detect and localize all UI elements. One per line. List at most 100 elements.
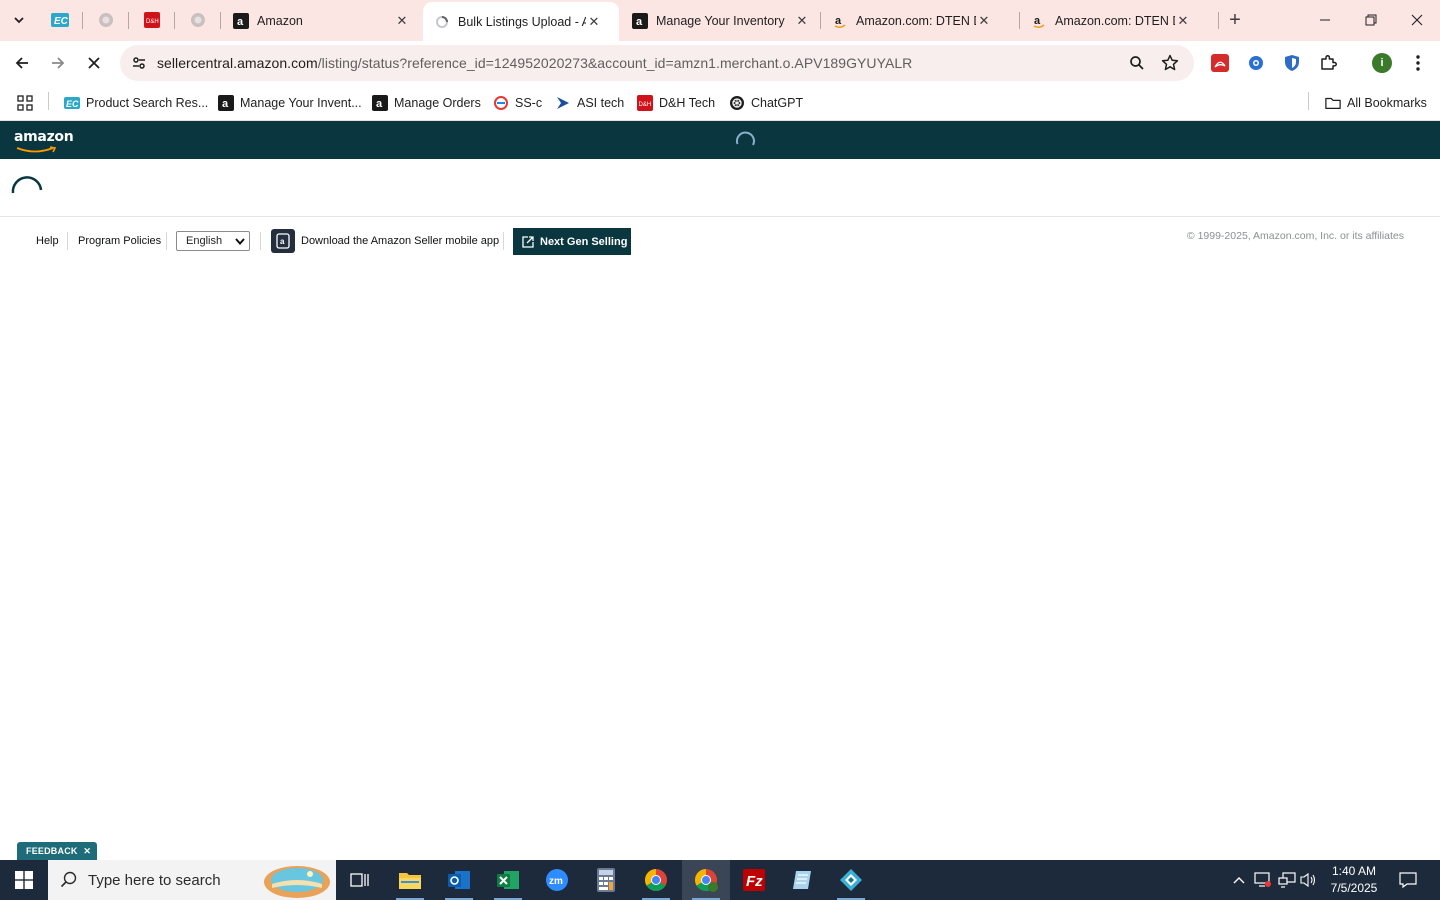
bookmark-dh-tech[interactable]: D&H D&H Tech <box>637 91 715 115</box>
apps-button[interactable] <box>17 91 33 115</box>
folder-icon <box>1325 95 1341 111</box>
svg-text:a: a <box>280 237 285 246</box>
taskbar-chrome[interactable] <box>632 860 680 900</box>
extension-clip[interactable] <box>1243 50 1269 76</box>
next-gen-selling-button[interactable]: Next Gen Selling <box>513 228 631 255</box>
footer-separator <box>503 232 504 250</box>
minimize-button[interactable] <box>1302 0 1348 40</box>
extension-shield[interactable] <box>1279 50 1305 76</box>
tab-manage-your-inventory[interactable]: a Manage Your Inventory ✕ <box>624 6 818 35</box>
stop-loading-button[interactable] <box>78 47 110 79</box>
bookmark-asi-tech[interactable]: ASI tech <box>555 91 624 115</box>
tab-strip: EC D&H a Amazon ✕ Bulk Listings Upload -… <box>0 0 1440 41</box>
close-window-button[interactable] <box>1394 0 1440 40</box>
extension-pdf[interactable] <box>1207 50 1233 76</box>
pinned-tab-globe[interactable] <box>91 8 121 32</box>
tray-defender[interactable] <box>1252 860 1274 900</box>
amazon-a-icon: a <box>218 95 234 111</box>
start-button[interactable] <box>0 860 48 900</box>
svg-text:a: a <box>222 98 229 110</box>
download-app-link[interactable]: a Download the Amazon Seller mobile app <box>271 229 499 253</box>
back-button[interactable] <box>6 47 38 79</box>
show-hidden-icons-button[interactable] <box>1228 860 1250 900</box>
close-icon[interactable]: ✕ <box>794 13 810 29</box>
restore-button[interactable] <box>1348 0 1394 40</box>
zoom-button[interactable] <box>1125 51 1149 75</box>
task-view-button[interactable] <box>336 860 384 900</box>
bookmark-chatgpt[interactable]: ChatGPT <box>729 91 803 115</box>
bookmark-ss-c[interactable]: SS-c <box>493 91 542 115</box>
puzzle-icon <box>1321 55 1337 70</box>
profile-avatar[interactable]: i <box>1372 53 1392 73</box>
bookmark-star-button[interactable] <box>1158 51 1182 75</box>
tab-amazon-dten-2[interactable]: a Amazon.com: DTEN D7 ✕ <box>1023 6 1217 35</box>
search-icon <box>1130 56 1144 70</box>
new-tab-button[interactable]: + <box>1222 8 1248 32</box>
browser-menu-button[interactable] <box>1406 51 1430 75</box>
svg-text:EC: EC <box>54 16 69 27</box>
close-icon[interactable]: ✕ <box>394 13 410 29</box>
bookmark-manage-orders[interactable]: a Manage Orders <box>372 91 481 115</box>
bookmark-manage-inventory[interactable]: a Manage Your Invent... <box>218 91 362 115</box>
action-center-button[interactable] <box>1393 860 1423 900</box>
taskbar-filezilla[interactable]: Fz <box>730 860 778 900</box>
bookmark-product-search[interactable]: EC Product Search Res... <box>64 91 208 115</box>
amazon-logo[interactable]: amazon <box>14 129 74 153</box>
pinned-tab-dh[interactable]: D&H <box>137 8 167 32</box>
extensions-button[interactable] <box>1315 50 1341 76</box>
close-icon[interactable]: ✕ <box>976 13 992 29</box>
tray-network[interactable] <box>1276 860 1298 900</box>
search-placeholder: Type here to search <box>88 872 221 889</box>
footer-separator <box>260 232 261 250</box>
taskbar-app-diamond[interactable] <box>827 860 875 900</box>
url-text: sellercentral.amazon.com/listing/status?… <box>157 55 912 71</box>
task-view-icon <box>350 873 369 887</box>
minimize-icon <box>1320 19 1330 21</box>
search-icon <box>60 871 77 888</box>
folder-icon <box>399 873 421 889</box>
site-info-button[interactable] <box>126 50 152 76</box>
amazon-a-icon: a <box>632 12 648 29</box>
tray-volume[interactable] <box>1298 860 1320 900</box>
bookmarks-bar: EC Product Search Res... a Manage Your I… <box>0 85 1440 121</box>
taskbar-zoom[interactable]: zm <box>533 860 581 900</box>
zoom-icon: zm <box>546 869 568 891</box>
tab-amazon-dten-1[interactable]: a Amazon.com: DTEN D7 ✕ <box>824 6 1018 35</box>
feedback-button[interactable]: FEEDBACK ✕ <box>17 842 98 860</box>
amazon-app-icon: a <box>271 229 295 253</box>
taskbar-notepad[interactable] <box>778 860 826 900</box>
svg-text:a: a <box>237 16 244 28</box>
dh-icon: D&H <box>637 95 653 111</box>
browser-toolbar: sellercentral.amazon.com/listing/status?… <box>0 41 1440 85</box>
pinned-tab-ec[interactable]: EC <box>45 8 75 32</box>
close-icon[interactable]: ✕ <box>586 14 602 30</box>
footer-separator <box>67 232 68 250</box>
chrome-icon <box>645 869 667 891</box>
globe-icon <box>191 13 205 27</box>
program-policies-link[interactable]: Program Policies <box>78 235 161 247</box>
taskbar-chrome-profile[interactable] <box>682 860 730 900</box>
tab-search-button[interactable] <box>6 8 32 32</box>
taskbar-file-explorer[interactable] <box>386 860 434 900</box>
all-bookmarks-button[interactable]: All Bookmarks <box>1325 91 1427 115</box>
excel-icon <box>497 871 519 889</box>
amazon-smile-icon <box>16 146 57 153</box>
tab-amazon[interactable]: a Amazon ✕ <box>224 6 418 35</box>
taskbar-clock[interactable]: 1:40 AM 7/5/2025 <box>1322 863 1386 897</box>
star-icon <box>1161 54 1179 71</box>
footer-separator <box>166 232 167 250</box>
address-bar[interactable]: sellercentral.amazon.com/listing/status?… <box>120 45 1194 81</box>
language-select[interactable]: English <box>176 231 250 251</box>
close-icon[interactable]: ✕ <box>83 846 91 856</box>
taskbar-outlook[interactable] <box>435 860 483 900</box>
tab-bulk-listings-upload[interactable]: Bulk Listings Upload - Amazon ✕ <box>423 2 619 41</box>
taskbar-calculator[interactable] <box>582 860 630 900</box>
taskbar-excel[interactable] <box>484 860 532 900</box>
page-footer: Help Program Policies English a Download… <box>0 217 1440 267</box>
chatgpt-icon <box>729 95 745 111</box>
pinned-tab-globe-2[interactable] <box>183 8 213 32</box>
taskbar-search-box[interactable]: Type here to search <box>48 860 336 900</box>
help-link[interactable]: Help <box>36 235 59 247</box>
close-icon[interactable]: ✕ <box>1175 13 1191 29</box>
forward-button[interactable] <box>42 47 74 79</box>
